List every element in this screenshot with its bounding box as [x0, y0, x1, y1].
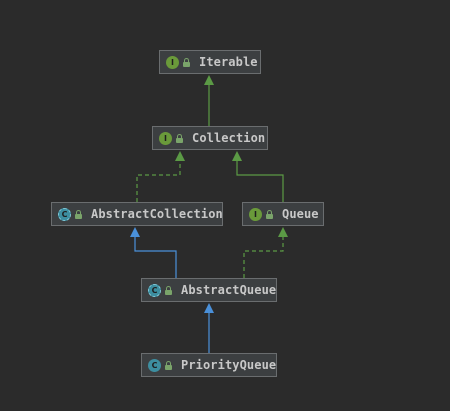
- edge-line: [243, 236, 284, 278]
- node-label: PriorityQueue: [181, 358, 277, 372]
- lock-icon: [266, 209, 273, 219]
- edge-queue-to-collection: [232, 151, 284, 202]
- lock-icon: [75, 209, 82, 219]
- abstract-class-icon: C: [148, 283, 161, 297]
- edge-arrowhead: [130, 227, 140, 237]
- edge-arrowhead: [232, 151, 242, 161]
- abstract-class-icon: C: [58, 207, 71, 221]
- node-label: Collection: [192, 131, 266, 145]
- edge-line: [134, 236, 177, 278]
- edge-arrowhead: [204, 75, 214, 85]
- node-priority-queue[interactable]: C PriorityQueue: [141, 353, 277, 377]
- interface-icon: I: [159, 131, 172, 145]
- interface-icon: I: [249, 207, 262, 221]
- node-abstract-collection[interactable]: C AbstractCollection: [51, 202, 223, 226]
- lock-icon: [165, 360, 172, 370]
- edge-line: [136, 160, 181, 202]
- node-label: Queue: [282, 207, 319, 221]
- node-label: Iterable: [199, 55, 258, 69]
- node-label: AbstractQueue: [181, 283, 277, 297]
- lock-icon: [165, 285, 172, 295]
- node-queue[interactable]: I Queue: [242, 202, 324, 226]
- edge-arrowhead: [175, 151, 185, 161]
- node-label: AbstractCollection: [91, 207, 223, 221]
- edge-abstract_queue-to-abstract_collection: [130, 227, 177, 278]
- node-iterable[interactable]: I Iterable: [159, 50, 261, 74]
- node-abstract-queue[interactable]: C AbstractQueue: [141, 278, 277, 302]
- edge-priority_queue-to-abstract_queue: [204, 303, 214, 353]
- edge-arrowhead: [278, 227, 288, 237]
- edge-abstract_queue-to-queue: [243, 227, 288, 278]
- class-icon: C: [148, 358, 161, 372]
- lock-icon: [176, 133, 183, 143]
- node-collection[interactable]: I Collection: [152, 126, 268, 150]
- interface-icon: I: [166, 55, 179, 69]
- edge-collection-to-iterable: [204, 75, 214, 126]
- edge-arrowhead: [204, 303, 214, 313]
- lock-icon: [183, 57, 190, 67]
- edge-abstract_collection-to-collection: [136, 151, 185, 202]
- edge-line: [236, 160, 284, 202]
